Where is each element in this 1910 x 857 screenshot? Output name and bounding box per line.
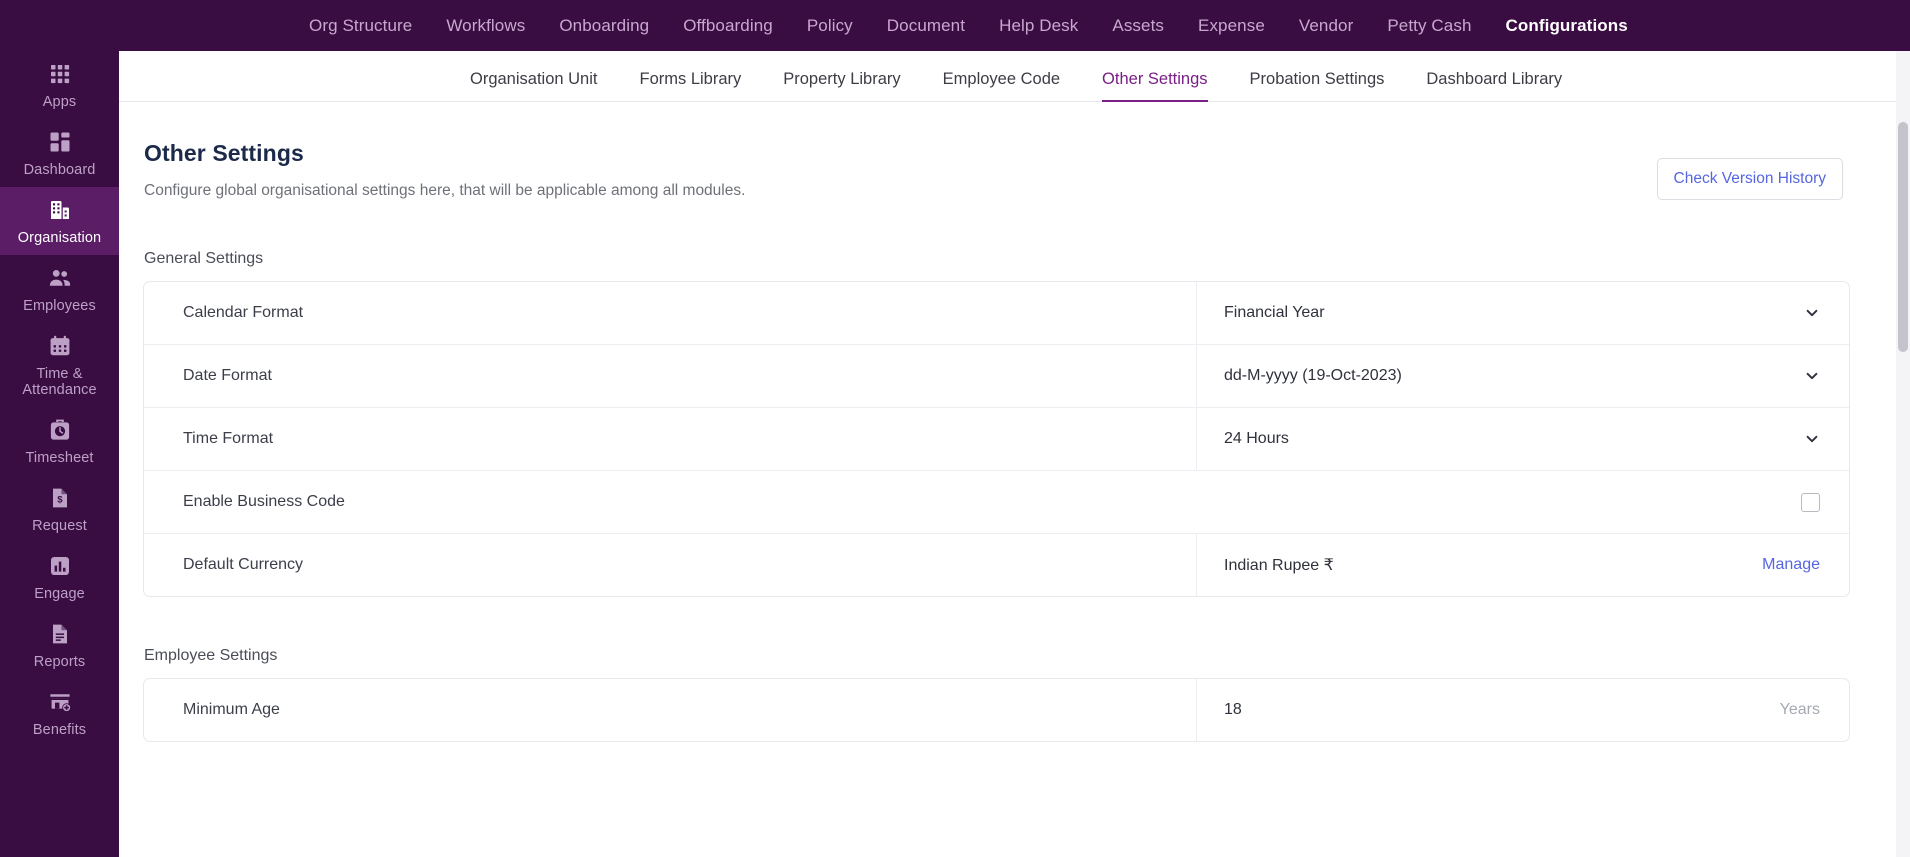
report-document-icon: [47, 621, 73, 647]
sidebar-item-label: Request: [32, 518, 87, 534]
setting-select[interactable]: 24 Hours: [1197, 408, 1849, 470]
sidebar-item-reports[interactable]: Reports: [0, 611, 119, 679]
topnav-item-org-structure[interactable]: Org Structure: [292, 0, 429, 51]
dashboard-icon: [47, 129, 73, 155]
section-label: General Settings: [144, 250, 264, 267]
tab-dashboard-library[interactable]: Dashboard Library: [1405, 70, 1583, 101]
topnav-item-workflows[interactable]: Workflows: [429, 0, 542, 51]
chevron-down-icon[interactable]: [1804, 431, 1820, 447]
manage-currency-link[interactable]: Manage: [1762, 556, 1820, 574]
topnav-item-onboarding[interactable]: Onboarding: [542, 0, 666, 51]
tab-probation-settings[interactable]: Probation Settings: [1229, 70, 1406, 101]
sidebar-item-label: Reports: [33, 654, 86, 670]
sidebar-item-label: Dashboard: [23, 162, 96, 178]
enable-business-code-checkbox[interactable]: [1801, 492, 1820, 512]
page-header: Other Settings Configure global organisa…: [143, 140, 1850, 200]
setting-number-cell[interactable]: 18 Years: [1197, 679, 1849, 741]
chevron-down-icon[interactable]: [1804, 305, 1820, 321]
sidebar-item-timesheet[interactable]: Timesheet: [0, 407, 119, 475]
topnav-item-help-desk[interactable]: Help Desk: [982, 0, 1095, 51]
clock-bag-icon: [47, 417, 73, 443]
sidebar-item-employees[interactable]: Employees: [0, 255, 119, 323]
sidebar-item-label: Apps: [42, 94, 77, 110]
settings-sections: General Settings Calendar Format Financial…: [143, 250, 1850, 742]
sidebar-item-apps[interactable]: Apps: [0, 51, 119, 119]
sidebar-item-benefits[interactable]: Benefits: [0, 679, 119, 747]
settings-row: Calendar Format Financial Year: [144, 282, 1849, 345]
topnav-item-offboarding[interactable]: Offboarding: [666, 0, 790, 51]
vertical-scrollbar-thumb[interactable]: [1898, 122, 1908, 352]
setting-value: 18: [1224, 701, 1242, 718]
sidebar-item-time-attendance[interactable]: Time & Attendance: [0, 323, 119, 407]
setting-label: Time Format: [144, 408, 1197, 470]
page-header-text: Other Settings Configure global organisa…: [144, 140, 745, 200]
calendar-icon: [47, 333, 73, 359]
sidebar-item-request[interactable]: $ Request: [0, 475, 119, 543]
sidebar-item-organisation[interactable]: Organisation: [0, 187, 119, 255]
main-content: Organisation Unit Forms Library Property L…: [119, 51, 1910, 857]
settings-row: Default Currency Indian Rupee ₹ Manage: [144, 534, 1849, 596]
sidebar-item-label: Timesheet: [25, 450, 94, 466]
topnav-item-expense[interactable]: Expense: [1181, 0, 1282, 51]
settings-row: Enable Business Code: [144, 471, 1849, 534]
setting-value: 24 Hours: [1224, 430, 1289, 447]
setting-value: dd-M-yyyy (19-Oct-2023): [1224, 367, 1402, 384]
check-version-history-button[interactable]: Check Version History: [1656, 158, 1843, 200]
setting-checkbox-cell: [1197, 471, 1849, 533]
top-nav-items: Org Structure Workflows Onboarding Offboard…: [292, 0, 1645, 51]
setting-value: Indian Rupee ₹: [1224, 557, 1334, 574]
tab-organisation-unit[interactable]: Organisation Unit: [449, 70, 618, 101]
setting-select[interactable]: dd-M-yyyy (19-Oct-2023): [1197, 345, 1849, 407]
setting-select[interactable]: Financial Year: [1197, 282, 1849, 344]
page-subtitle: Configure global organisational settings…: [144, 182, 746, 199]
sidebar-item-label: Organisation: [17, 230, 102, 246]
bar-chart-icon: [47, 553, 73, 579]
settings-row: Time Format 24 Hours: [144, 408, 1849, 471]
tab-other-settings[interactable]: Other Settings: [1081, 70, 1228, 102]
money-document-icon: $: [47, 485, 73, 511]
sidebar-item-engage[interactable]: Engage: [0, 543, 119, 611]
setting-label: Minimum Age: [144, 679, 1197, 741]
sidebar-item-label: Employees: [23, 298, 96, 314]
setting-label: Enable Business Code: [183, 493, 345, 510]
setting-value: Financial Year: [1224, 304, 1325, 321]
sidebar-item-label: Time & Attendance: [22, 366, 97, 398]
store-plus-icon: [47, 689, 73, 715]
svg-text:$: $: [57, 494, 63, 505]
left-sidebar: Apps Dashboard Organisation Employees Time &…: [0, 51, 119, 857]
topnav-item-document[interactable]: Document: [870, 0, 982, 51]
page-title: Other Settings: [144, 140, 304, 166]
topnav-item-petty-cash[interactable]: Petty Cash: [1370, 0, 1488, 51]
topnav-item-policy[interactable]: Policy: [790, 0, 870, 51]
setting-label: Calendar Format: [144, 282, 1197, 344]
setting-label: Date Format: [144, 345, 1197, 407]
settings-card: Calendar Format Financial Year Date Format…: [143, 281, 1850, 597]
setting-unit-label: Years: [1779, 701, 1820, 718]
settings-tab-bar: Organisation Unit Forms Library Property L…: [119, 51, 1910, 102]
building-icon: [47, 197, 73, 223]
grid-apps-icon: [47, 61, 73, 87]
tab-employee-code[interactable]: Employee Code: [922, 70, 1081, 101]
sidebar-item-label: Benefits: [32, 722, 87, 738]
settings-row: Minimum Age 18 Years: [144, 679, 1849, 741]
topnav-item-vendor[interactable]: Vendor: [1282, 0, 1370, 51]
settings-card: Minimum Age 18 Years: [143, 678, 1850, 742]
tab-property-library[interactable]: Property Library: [762, 70, 921, 101]
setting-label: Default Currency: [144, 534, 1197, 596]
setting-currency-cell: Indian Rupee ₹ Manage: [1197, 534, 1849, 596]
chevron-down-icon[interactable]: [1804, 368, 1820, 384]
topnav-item-configurations[interactable]: Configurations: [1489, 0, 1645, 51]
sidebar-item-dashboard[interactable]: Dashboard: [0, 119, 119, 187]
topnav-item-assets[interactable]: Assets: [1095, 0, 1181, 51]
settings-row: Date Format dd-M-yyyy (19-Oct-2023): [144, 345, 1849, 408]
sidebar-item-label: Engage: [34, 586, 85, 602]
people-icon: [47, 265, 73, 291]
tab-forms-library[interactable]: Forms Library: [618, 70, 762, 101]
top-navigation-bar: Org Structure Workflows Onboarding Offboard…: [0, 0, 1910, 51]
section-label: Employee Settings: [144, 647, 278, 664]
page-body: Other Settings Configure global organisa…: [119, 102, 1910, 742]
